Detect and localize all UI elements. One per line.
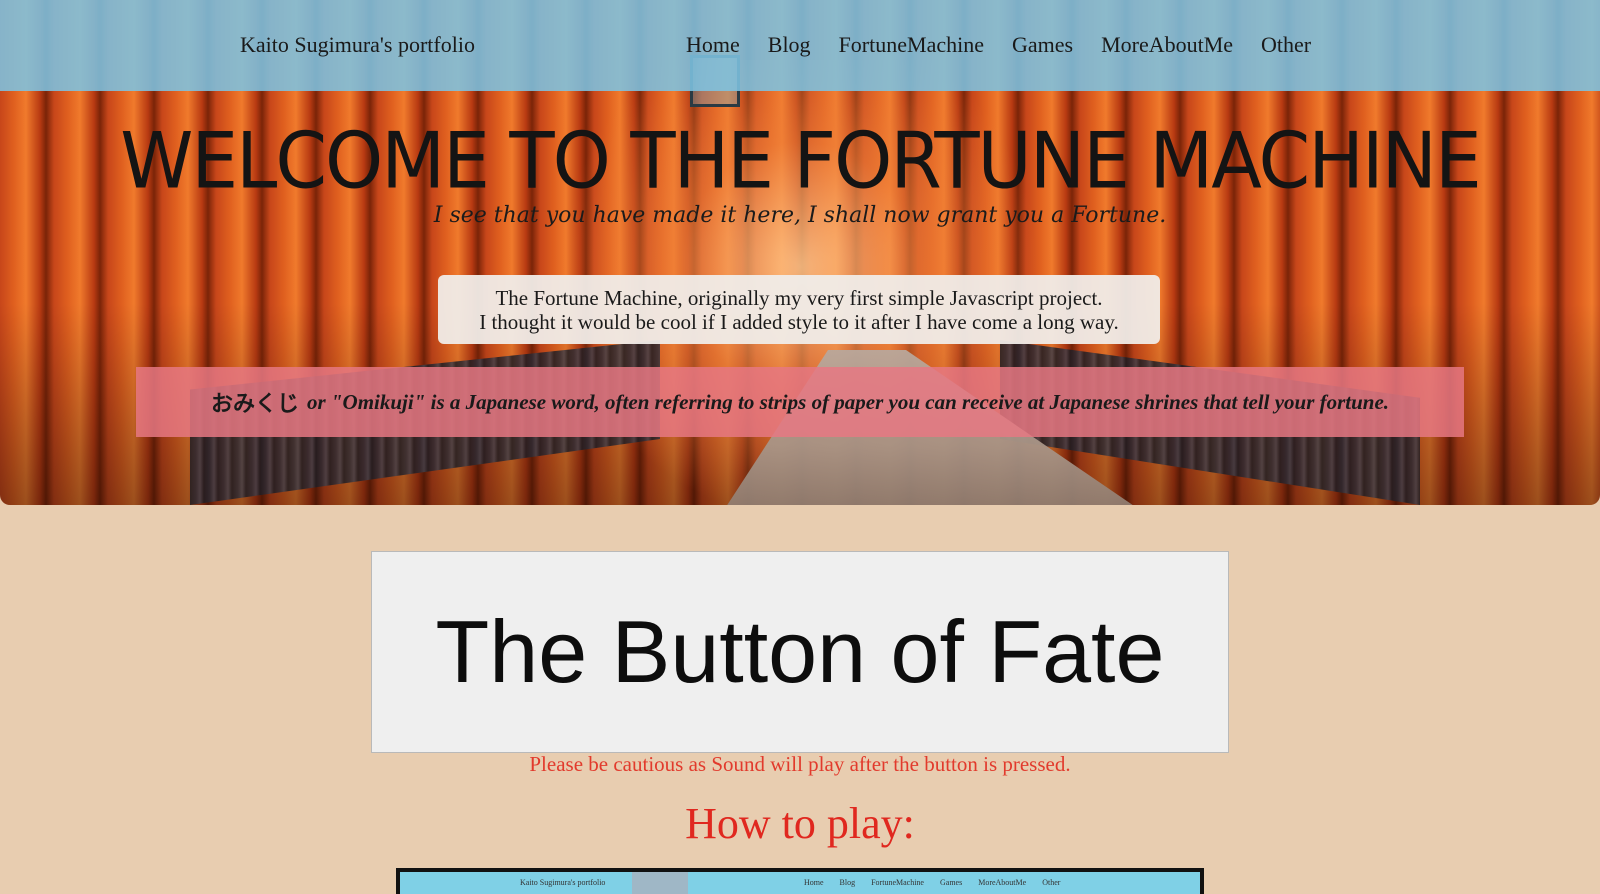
nav-home[interactable]: Home	[686, 32, 740, 58]
preview-nav: Home Blog FortuneMachine Games MoreAbout…	[804, 878, 1061, 887]
hero-title: WELCOME TO THE FORTUNE MACHINE	[120, 115, 1482, 207]
intro-box: The Fortune Machine, originally my very …	[438, 275, 1160, 344]
how-to-play-heading: How to play:	[685, 799, 915, 848]
omikuji-description: or "Omikuji" is a Japanese word, often r…	[306, 389, 1390, 414]
omikuji-japanese: おみくじ	[210, 392, 299, 417]
omikuji-banner: おみくじ or "Omikuji" is a Japanese word, of…	[136, 367, 1464, 437]
nav-other[interactable]: Other	[1261, 32, 1311, 58]
brand-link[interactable]: Kaito Sugimura's portfolio	[240, 32, 475, 58]
nav-games[interactable]: Games	[1012, 32, 1073, 58]
preview-brand: Kaito Sugimura's portfolio	[520, 878, 606, 887]
sound-caution-text: Please be cautious as Sound will play af…	[529, 752, 1071, 776]
nav-fortunemachine[interactable]: FortuneMachine	[839, 32, 984, 58]
top-navbar: Kaito Sugimura's portfolio Home Blog For…	[0, 0, 1600, 91]
intro-line-2: I thought it would be cool if I added st…	[479, 310, 1119, 334]
intro-line-1: The Fortune Machine, originally my very …	[495, 286, 1103, 310]
nav-blog[interactable]: Blog	[768, 32, 811, 58]
nav-moreaboutme[interactable]: MoreAboutMe	[1101, 32, 1233, 58]
hero-subtitle: I see that you have made it here, I shal…	[433, 203, 1167, 228]
how-to-play-screenshot: Kaito Sugimura's portfolio Home Blog For…	[396, 868, 1204, 894]
button-of-fate[interactable]: The Button of Fate	[371, 551, 1229, 753]
nav-links: Home Blog FortuneMachine Games MoreAbout…	[686, 32, 1339, 58]
page: WELCOME TO THE FORTUNE MACHINE I see tha…	[0, 0, 1600, 894]
